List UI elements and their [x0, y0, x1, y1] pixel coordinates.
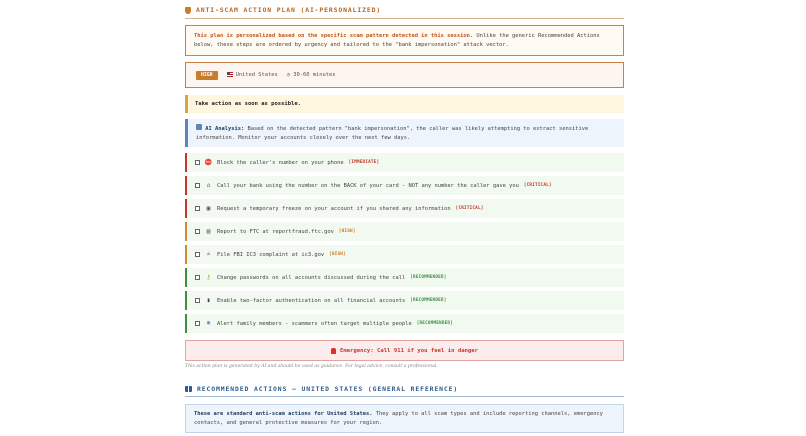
step-checkbox[interactable]	[195, 252, 200, 257]
book-icon	[185, 386, 192, 392]
clock-icon: ◷	[286, 72, 291, 78]
step-text: Enable two-factor authentication on all …	[217, 297, 406, 304]
ai-text: Based on the detected pattern "bank impe…	[196, 126, 589, 141]
plan-intro: This plan is personalized based on the s…	[185, 25, 624, 56]
step-text: Call your bank using the number on the B…	[217, 182, 519, 189]
action-step[interactable]: ▮ Enable two-factor authentication on al…	[185, 291, 624, 310]
step-text: Block the caller's number on your phone	[217, 159, 344, 166]
step-text: Report to FTC at reportfraud.ftc.gov	[217, 228, 334, 235]
step-text: File FBI IC3 complaint at ic3.gov	[217, 251, 325, 258]
magnifier-icon: ⌕	[206, 251, 211, 258]
time-estimate: 30-60 minutes	[293, 72, 336, 78]
action-step[interactable]: ▣ Request a temporary freeze on your acc…	[185, 199, 624, 218]
step-checkbox[interactable]	[195, 229, 200, 234]
bank-icon: ⌂	[206, 182, 211, 189]
robot-icon	[196, 124, 202, 130]
step-tag: [HIGH]	[338, 229, 356, 234]
phone-icon: ▮	[206, 297, 211, 304]
step-tag: [RECOMMENDED]	[410, 298, 447, 303]
intro-bold: This plan is personalized based on the s…	[194, 33, 474, 39]
step-tag: [HIGH]	[329, 252, 346, 257]
step-checkbox[interactable]	[195, 275, 200, 280]
alarm-icon	[330, 347, 336, 354]
step-text: Request a temporary freeze on your accou…	[217, 205, 451, 212]
no-entry-icon: ⛔	[204, 159, 213, 166]
step-tag: [RECOMMENDED]	[416, 321, 453, 326]
key-icon: ⚷	[206, 274, 211, 281]
plan-title-text: ANTI-SCAM ACTION PLAN (AI-PERSONALIZED)	[196, 6, 382, 14]
step-text: Change passwords on all accounts discuss…	[217, 274, 406, 281]
action-step[interactable]: ⌕ File FBI IC3 complaint at ic3.gov [HIG…	[185, 245, 624, 264]
action-step[interactable]: ⛔ Block the caller's number on your phon…	[185, 153, 624, 172]
step-checkbox[interactable]	[195, 183, 200, 188]
ai-label: AI Analysis:	[205, 126, 245, 132]
emergency-banner: Emergency: Call 911 if you feel in dange…	[185, 340, 624, 361]
recommended-title: RECOMMENDED ACTIONS — UNITED STATES (GEN…	[185, 383, 624, 395]
country-info: United States	[226, 72, 278, 78]
step-checkbox[interactable]	[195, 321, 200, 326]
disclaimer: This action plan is generated by AI and …	[185, 364, 438, 369]
step-text: Alert family members - scammers often ta…	[217, 320, 412, 327]
recommended-intro: These are standard anti-scam actions for…	[185, 404, 624, 433]
document-icon: ▤	[206, 228, 211, 235]
action-step[interactable]: ⚷ Change passwords on all accounts discu…	[185, 268, 624, 287]
step-tag: [CRITICAL]	[523, 183, 552, 188]
country-label: United States	[235, 72, 278, 78]
urgency-banner: Take action as soon as possible.	[185, 95, 624, 113]
shield-icon	[185, 6, 191, 14]
emergency-text: Emergency: Call 911 if you feel in dange…	[339, 347, 479, 354]
severity-badge: HIGH	[196, 70, 218, 80]
action-step[interactable]: ☻ Alert family members - scammers often …	[185, 314, 624, 333]
action-step[interactable]: ▤ Report to FTC at reportfraud.ftc.gov […	[185, 222, 624, 241]
step-tag: [CRITICAL]	[455, 206, 484, 211]
lock-icon: ▣	[206, 205, 211, 212]
us-flag-icon	[226, 72, 233, 77]
step-tag: [IMMEDIATE]	[348, 160, 380, 165]
action-step[interactable]: ⌂ Call your bank using the number on the…	[185, 176, 624, 195]
plan-title: ANTI-SCAM ACTION PLAN (AI-PERSONALIZED)	[185, 4, 624, 16]
recommended-divider	[185, 396, 624, 397]
step-checkbox[interactable]	[195, 160, 200, 165]
recommended-bold: These are standard anti-scam actions for…	[194, 411, 373, 417]
step-checkbox[interactable]	[195, 206, 200, 211]
plan-meta: HIGH United States ◷ 30-60 minutes	[185, 62, 624, 88]
time-info: ◷ 30-60 minutes	[287, 72, 336, 78]
ai-analysis: AI Analysis: Based on the detected patte…	[185, 119, 624, 147]
step-tag: [RECOMMENDED]	[410, 275, 447, 280]
step-checkbox[interactable]	[195, 298, 200, 303]
recommended-title-text: RECOMMENDED ACTIONS — UNITED STATES (GEN…	[197, 385, 459, 393]
family-icon: ☻	[206, 320, 211, 327]
title-divider	[185, 18, 624, 19]
